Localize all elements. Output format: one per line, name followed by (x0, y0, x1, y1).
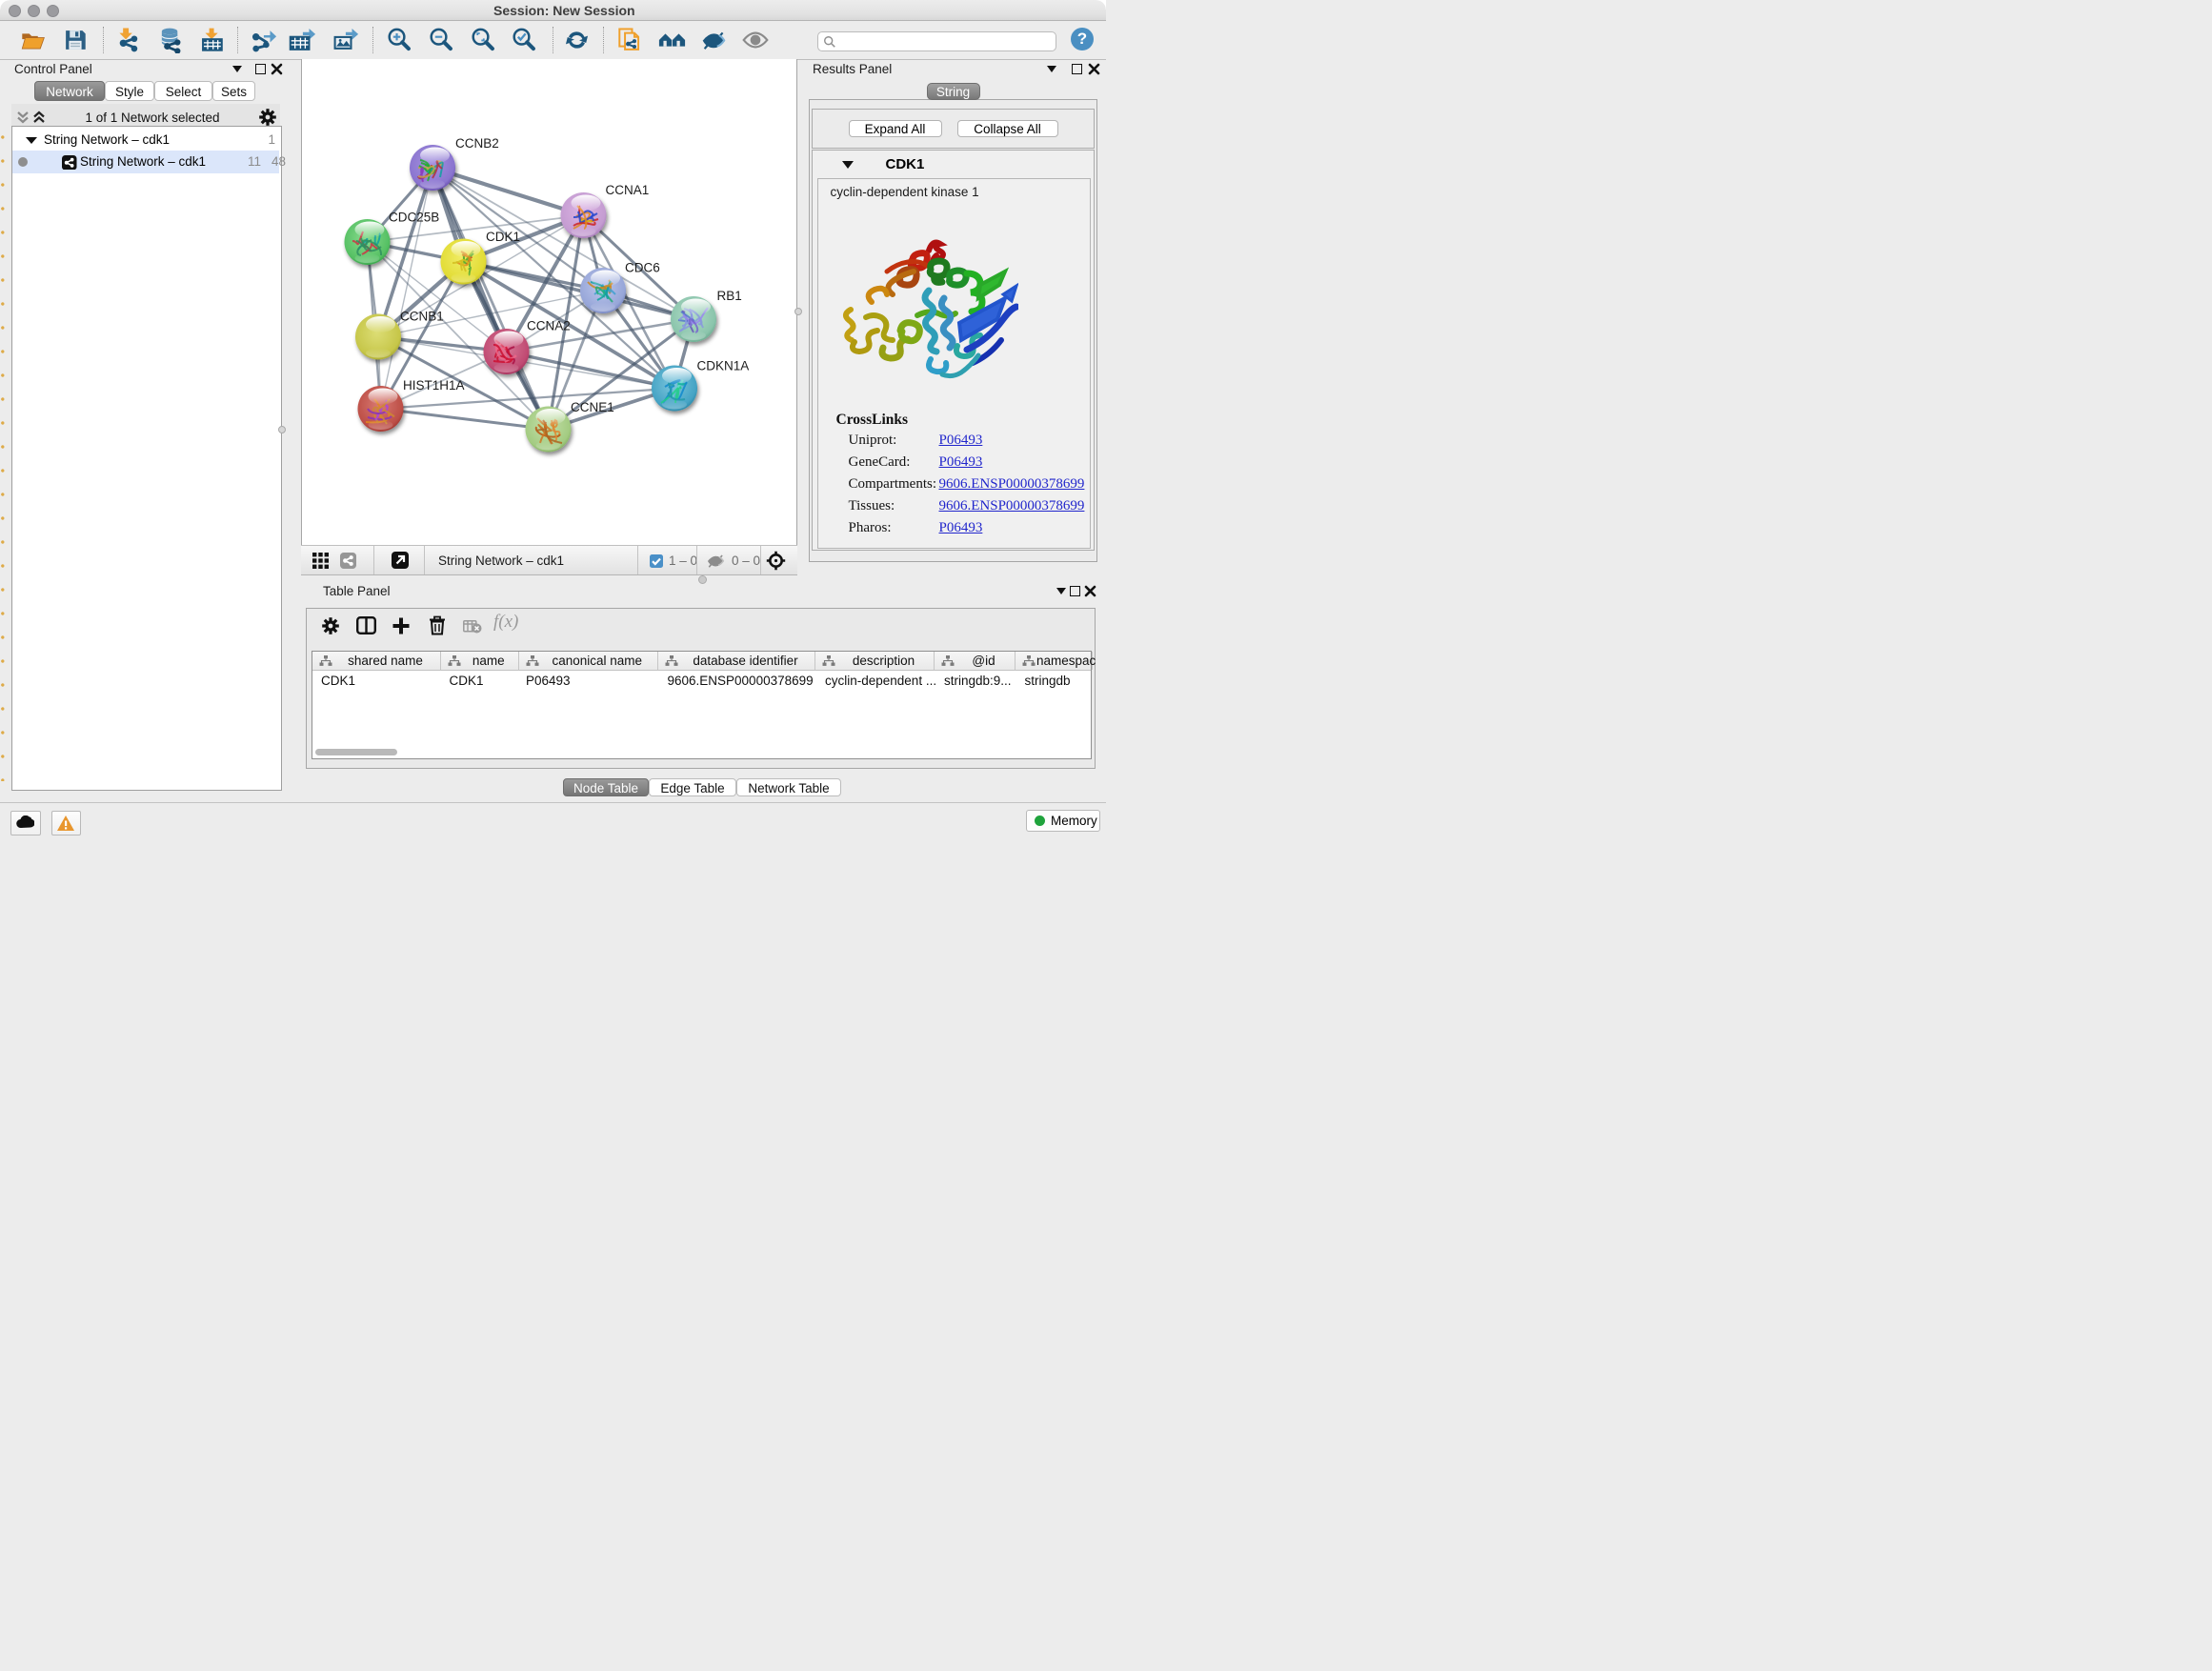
svg-text:HIST1H1A: HIST1H1A (403, 378, 465, 393)
svg-text:CCNA2: CCNA2 (527, 319, 571, 333)
svg-text:CDC25B: CDC25B (389, 211, 439, 225)
svg-text:RB1: RB1 (717, 289, 742, 303)
svg-text:CDKN1A: CDKN1A (697, 359, 750, 373)
svg-text:CCNB2: CCNB2 (455, 136, 499, 151)
svg-text:CCNB1: CCNB1 (400, 310, 444, 324)
svg-text:CCNA1: CCNA1 (606, 183, 650, 197)
svg-text:CDC6: CDC6 (625, 261, 660, 275)
svg-text:CDK1: CDK1 (486, 230, 520, 244)
svg-text:CCNE1: CCNE1 (571, 400, 614, 414)
